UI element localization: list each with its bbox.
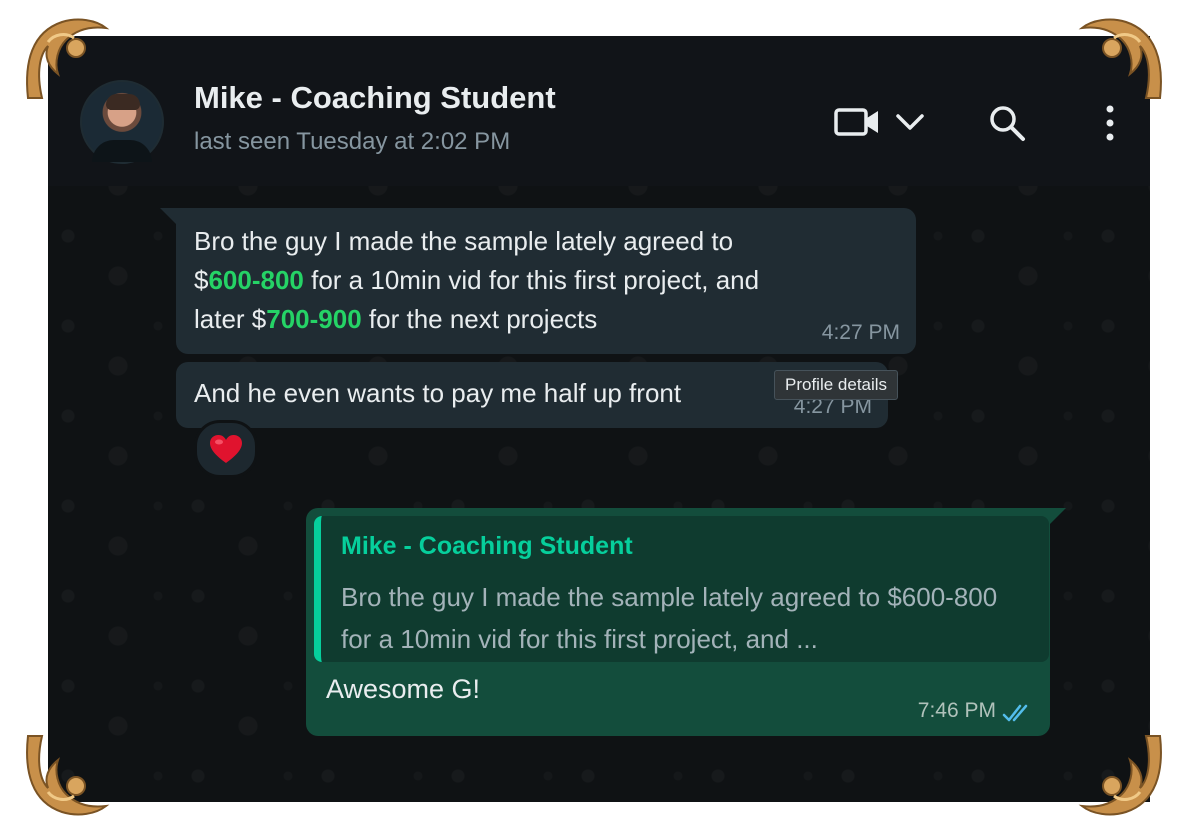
chevron-down-icon[interactable] <box>894 110 926 134</box>
outgoing-message-bubble[interactable]: Mike - Coaching Student Bro the guy I ma… <box>306 508 1050 736</box>
bubble-tail <box>160 208 176 224</box>
quoted-message[interactable]: Mike - Coaching Student Bro the guy I ma… <box>314 516 1049 662</box>
ornament-corner <box>1078 18 1162 99</box>
avatar-shirt <box>92 140 152 162</box>
search-icon[interactable] <box>988 104 1026 142</box>
heart-icon <box>210 435 242 463</box>
chat-window: Mike - Coaching Student last seen Tuesda… <box>48 36 1150 802</box>
message-text: And he even wants to pay me half up fron… <box>194 378 682 408</box>
ornament-corner <box>26 735 110 816</box>
bubble-tail <box>1050 508 1066 524</box>
contact-name[interactable]: Mike - Coaching Student <box>194 80 556 116</box>
last-seen-status: last seen Tuesday at 2:02 PM <box>194 128 511 155</box>
quoted-text: Bro the guy I made the sample lately agr… <box>341 582 998 654</box>
price-highlight: 600-800 <box>208 265 304 295</box>
message-text: Awesome G! <box>326 674 481 704</box>
message-text-part: for the next projects <box>361 304 598 334</box>
video-call-icon[interactable] <box>834 108 880 136</box>
ornament-corner <box>26 18 110 99</box>
heart-reaction[interactable] <box>194 420 258 478</box>
profile-details-tooltip: Profile details <box>774 370 899 400</box>
message-timestamp: 7:46 PM <box>917 699 996 722</box>
incoming-message-bubble[interactable]: Bro the guy I made the sample lately agr… <box>176 208 916 354</box>
quoted-author: Mike - Coaching Student <box>341 532 633 560</box>
more-options-icon[interactable] <box>1100 104 1120 142</box>
message-text: Bro the guy I made the sample lately agr… <box>194 222 894 339</box>
ornament-corner <box>1078 735 1162 816</box>
read-receipt-icon <box>1002 704 1028 722</box>
chat-header[interactable]: Mike - Coaching Student last seen Tuesda… <box>48 36 1150 186</box>
price-highlight: 700-900 <box>266 304 362 334</box>
message-timestamp: 4:27 PM <box>821 321 900 344</box>
